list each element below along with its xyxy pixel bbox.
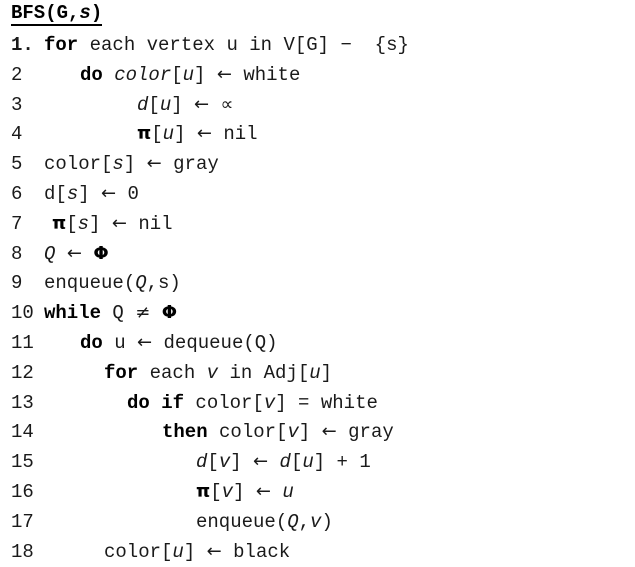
line-number: 9 — [11, 272, 23, 295]
algorithm-heading-text: BFS(G,s) — [11, 2, 103, 26]
line-number: 16 — [11, 481, 34, 503]
line-code: then color[v] ← gray — [162, 421, 394, 444]
line-number: 15 — [11, 451, 34, 474]
pseudocode-line: 12 for each v in Adj[u] — [0, 358, 635, 388]
line-code: enqueue(Q,v) — [196, 510, 333, 533]
line-code: d[s] ← 0 — [44, 183, 139, 205]
line-code: d[v] ← d[u] + 1 — [196, 451, 371, 474]
pseudocode-line: 18 color[u] ← black — [0, 537, 635, 567]
line-code: do u ← dequeue(Q) — [80, 332, 278, 354]
pseudocode-line: 3 d[u] ← ∝ — [0, 90, 635, 120]
line-code: color[u] ← black — [104, 540, 291, 563]
pseudocode-line: 9 enqueue(Q,s) — [0, 268, 635, 298]
line-number: 14 — [11, 421, 34, 444]
line-number: 8 — [11, 242, 23, 265]
pseudocode-line: 6 d[s] ← 0 — [0, 179, 635, 209]
line-number: 4 — [11, 123, 23, 146]
line-number: 13 — [11, 391, 34, 414]
line-number: 11 — [11, 332, 34, 354]
line-number: 18 — [11, 540, 34, 563]
line-code: do if color[v] = white — [127, 391, 378, 414]
pseudocode-line: 1. for each vertex u in V[G] − {s} — [0, 30, 635, 60]
pseudocode-line: 10 while Q ≠ Φ — [0, 298, 635, 328]
pseudocode-line: 16 π[v] ← u — [0, 477, 635, 507]
line-code: π[s] ← nil — [52, 212, 173, 235]
line-code: for each v in Adj[u] — [104, 361, 333, 384]
line-number: 1. — [11, 34, 34, 56]
pseudocode-line: 8 Q ← Φ — [0, 239, 635, 269]
line-number: 7 — [11, 212, 23, 235]
pseudocode-block: BFS(G,s) 1. for each vertex u in V[G] − {… — [0, 0, 635, 567]
line-code: d[u] ← ∝ — [137, 93, 234, 116]
line-code: for each vertex u in V[G] − {s} — [44, 34, 409, 56]
line-code: enqueue(Q,s) — [44, 272, 181, 295]
pseudocode-line: 11 do u ← dequeue(Q) — [0, 328, 635, 358]
line-code: do color[u] ← white — [80, 63, 301, 86]
pseudocode-line: 2 do color[u] ← white — [0, 60, 635, 90]
pseudocode-line: 5 color[s] ← gray — [0, 149, 635, 179]
algorithm-heading: BFS(G,s) — [11, 2, 103, 28]
line-code: Q ← Φ — [44, 242, 109, 265]
line-code: π[u] ← nil — [137, 123, 258, 146]
line-number: 2 — [11, 63, 23, 86]
line-number: 6 — [11, 183, 23, 205]
pseudocode-line: 14 then color[v] ← gray — [0, 417, 635, 447]
line-number: 10 — [11, 302, 34, 325]
pseudocode-line: 17 enqueue(Q,v) — [0, 507, 635, 537]
pseudocode-line: 4 π[u] ← nil — [0, 119, 635, 149]
line-code: π[v] ← u — [196, 481, 294, 503]
pseudocode-line: 13 do if color[v] = white — [0, 388, 635, 418]
line-code: while Q ≠ Φ — [44, 302, 178, 325]
pseudocode-line: 15 d[v] ← d[u] + 1 — [0, 447, 635, 477]
line-code: color[s] ← gray — [44, 153, 219, 176]
line-number: 5 — [11, 153, 23, 176]
line-number: 3 — [11, 93, 23, 116]
line-number: 17 — [11, 510, 34, 533]
line-number: 12 — [11, 361, 34, 384]
pseudocode-line: 7 π[s] ← nil — [0, 209, 635, 239]
